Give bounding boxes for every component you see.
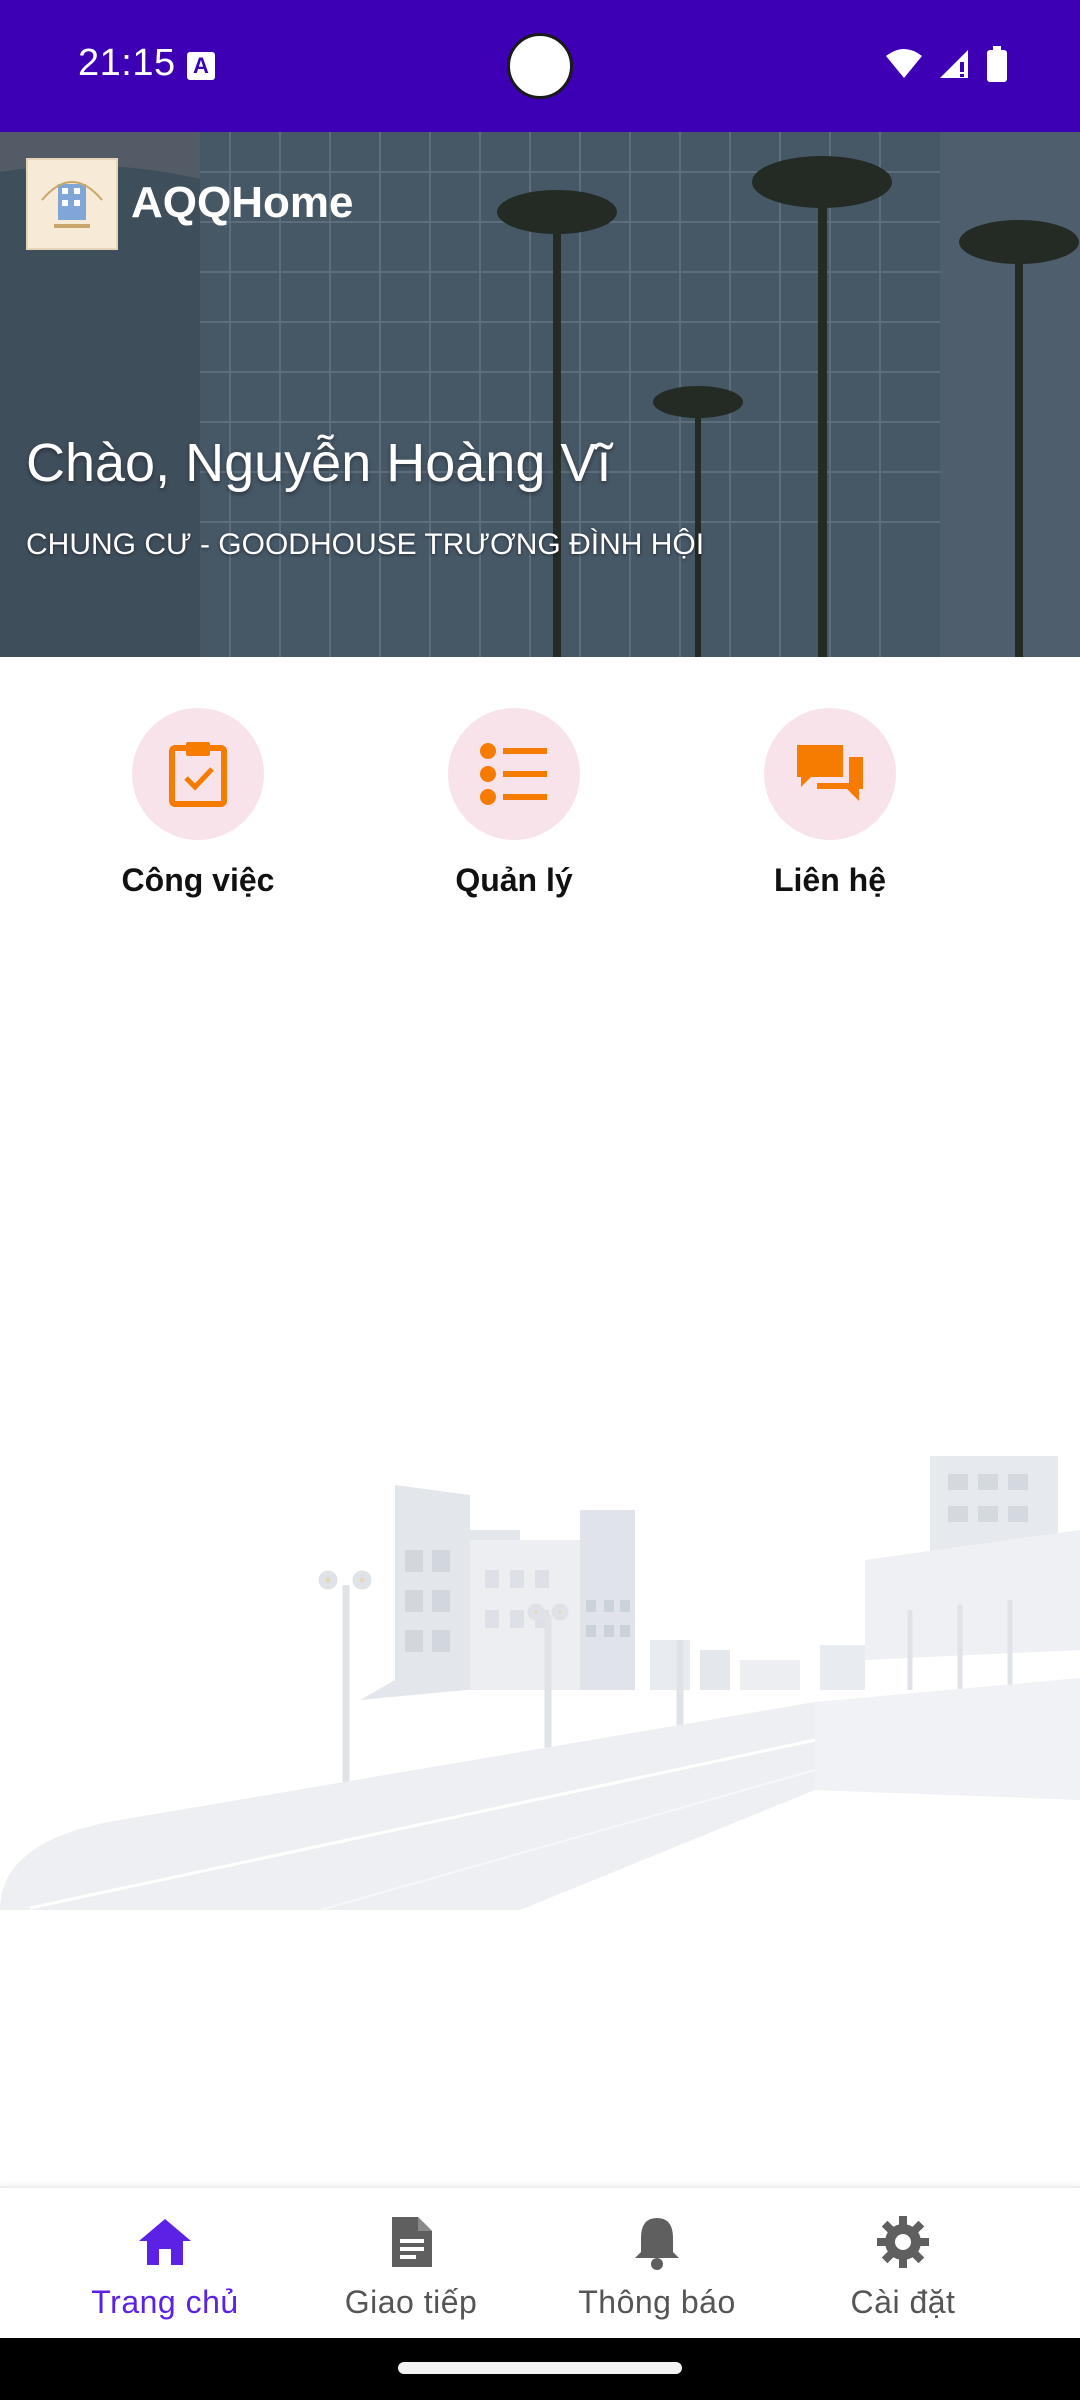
bell-icon	[635, 2218, 679, 2270]
quick-actions: Công việc Quản lý Liên hệ	[0, 708, 1080, 908]
document-icon	[392, 2217, 432, 2267]
home-gesture-handle[interactable]	[398, 2362, 682, 2374]
action-lien-he[interactable]: Liên hệ	[710, 708, 950, 899]
action-label: Liên hệ	[773, 862, 886, 898]
bottom-navigation: Trang chủ Giao tiếp Thông báo Cài đặt	[0, 2186, 1080, 2338]
status-time: 21:15	[78, 42, 176, 84]
nav-giao-tiep[interactable]: Giao tiếp	[276, 2212, 546, 2321]
home-screen: 21:15 A AQQHome Chào, Nguyễn Hoàng Vĩ CH…	[0, 0, 1080, 2400]
building-name: CHUNG CƯ - GOODHOUSE TRƯƠNG ĐÌNH HỘI	[26, 528, 705, 561]
home-icon	[139, 2219, 191, 2265]
nav-label: Thông báo	[578, 2284, 736, 2320]
gesture-bar	[0, 2338, 1080, 2400]
app-logo	[26, 158, 118, 250]
city-illustration	[0, 1456, 1080, 1911]
app-name: AQQHome	[131, 178, 354, 227]
action-quan-ly[interactable]: Quản lý	[394, 708, 634, 899]
battery-icon	[987, 46, 1007, 82]
nav-cai-dat[interactable]: Cài đặt	[768, 2212, 1038, 2321]
gear-icon	[877, 2216, 929, 2268]
chat-icon	[797, 745, 863, 801]
action-cong-viec[interactable]: Công việc	[78, 708, 318, 899]
action-label: Quản lý	[455, 862, 573, 898]
nav-trang-chu[interactable]: Trang chủ	[30, 2212, 300, 2321]
nav-label: Cài đặt	[850, 2284, 956, 2320]
signal-icon	[940, 50, 968, 78]
nav-thong-bao[interactable]: Thông báo	[522, 2212, 792, 2321]
clipboard-check-icon	[169, 742, 227, 807]
status-bar: 21:15 A	[0, 0, 1080, 132]
list-icon	[480, 743, 547, 805]
action-label: Công việc	[121, 862, 275, 898]
wifi-icon	[886, 49, 922, 78]
nav-label: Trang chủ	[91, 2284, 239, 2320]
nav-label: Giao tiếp	[344, 2284, 478, 2320]
a-icon: A	[187, 52, 215, 80]
hero-banner: AQQHome Chào, Nguyễn Hoàng Vĩ CHUNG CƯ -…	[0, 132, 1080, 657]
greeting-text: Chào, Nguyễn Hoàng Vĩ	[26, 433, 612, 493]
camera-cutout	[507, 33, 573, 99]
